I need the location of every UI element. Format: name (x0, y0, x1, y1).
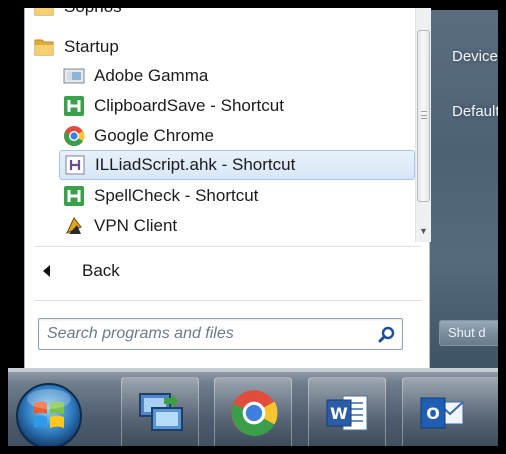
ahk-script-icon (64, 154, 86, 176)
default-programs-link[interactable]: Default (452, 103, 506, 120)
divider (35, 246, 421, 247)
program-label: Google Chrome (94, 126, 215, 145)
program-item-clipboardsave[interactable]: ClipboardSave - Shortcut (63, 91, 284, 121)
program-label: VPN Client (94, 216, 178, 235)
folder-icon (33, 36, 55, 58)
vpn-client-icon (63, 215, 85, 237)
taskbar-google-chrome[interactable] (214, 377, 292, 449)
program-item-vpn-client[interactable]: VPN Client (63, 211, 177, 241)
outlook-icon: O (420, 397, 464, 429)
program-label: ClipboardSave - Shortcut (94, 96, 284, 115)
back-arrow-icon (43, 265, 50, 277)
svg-text:W: W (330, 404, 348, 423)
start-menu-programs-pane: Sophos Startup Adobe Gamma ClipboardSave… (24, 0, 431, 368)
taskbar-edge (0, 368, 506, 372)
windows-start-orb-icon[interactable] (14, 381, 84, 451)
program-list: Sophos Startup Adobe Gamma ClipboardSave… (25, 0, 415, 242)
scroll-down-arrow-icon[interactable]: ▼ (416, 222, 431, 240)
program-label: Startup (64, 37, 119, 56)
divider (35, 300, 421, 301)
program-label: Adobe Gamma (94, 66, 209, 85)
autohotkey-icon (63, 185, 85, 207)
program-item-adobe-gamma[interactable]: Adobe Gamma (63, 61, 208, 91)
taskbar-remote-desktop[interactable] (121, 377, 199, 449)
program-item-startup[interactable]: Startup (33, 32, 119, 62)
search-box[interactable] (38, 318, 403, 350)
program-label: Sophos (64, 0, 122, 16)
taskbar-microsoft-word[interactable]: W (308, 377, 386, 449)
program-list-scrollbar[interactable]: ▼ (415, 0, 431, 242)
program-label: SpellCheck - Shortcut (94, 186, 259, 205)
autohotkey-icon (63, 95, 85, 117)
chrome-icon (231, 390, 278, 437)
svg-text:O: O (426, 404, 440, 423)
scrollbar-thumb[interactable] (417, 30, 430, 202)
search-input[interactable] (39, 319, 369, 349)
shutdown-button[interactable]: Shut d (439, 320, 506, 346)
taskbar-microsoft-outlook[interactable]: O (402, 377, 506, 449)
start-menu-right-column: Devices Default Shut d (427, 10, 506, 368)
back-label: Back (82, 261, 120, 280)
grip-icon (421, 111, 427, 119)
folder-icon (33, 0, 55, 18)
word-icon: W (326, 395, 368, 431)
back-button[interactable]: Back (35, 256, 120, 286)
program-item-spellcheck[interactable]: SpellCheck - Shortcut (63, 181, 258, 211)
program-label: ILLiadScript.ahk - Shortcut (95, 155, 296, 174)
remote-desktop-icon (139, 393, 183, 431)
devices-link[interactable]: Devices (452, 48, 506, 65)
program-item-google-chrome[interactable]: Google Chrome (63, 121, 214, 151)
program-item-illiadscript[interactable]: ILLiadScript.ahk - Shortcut (59, 150, 415, 180)
program-item-sophos[interactable]: Sophos (33, 0, 122, 22)
adobe-gamma-icon (63, 65, 85, 87)
search-icon[interactable] (377, 325, 397, 345)
chrome-icon (63, 125, 85, 147)
